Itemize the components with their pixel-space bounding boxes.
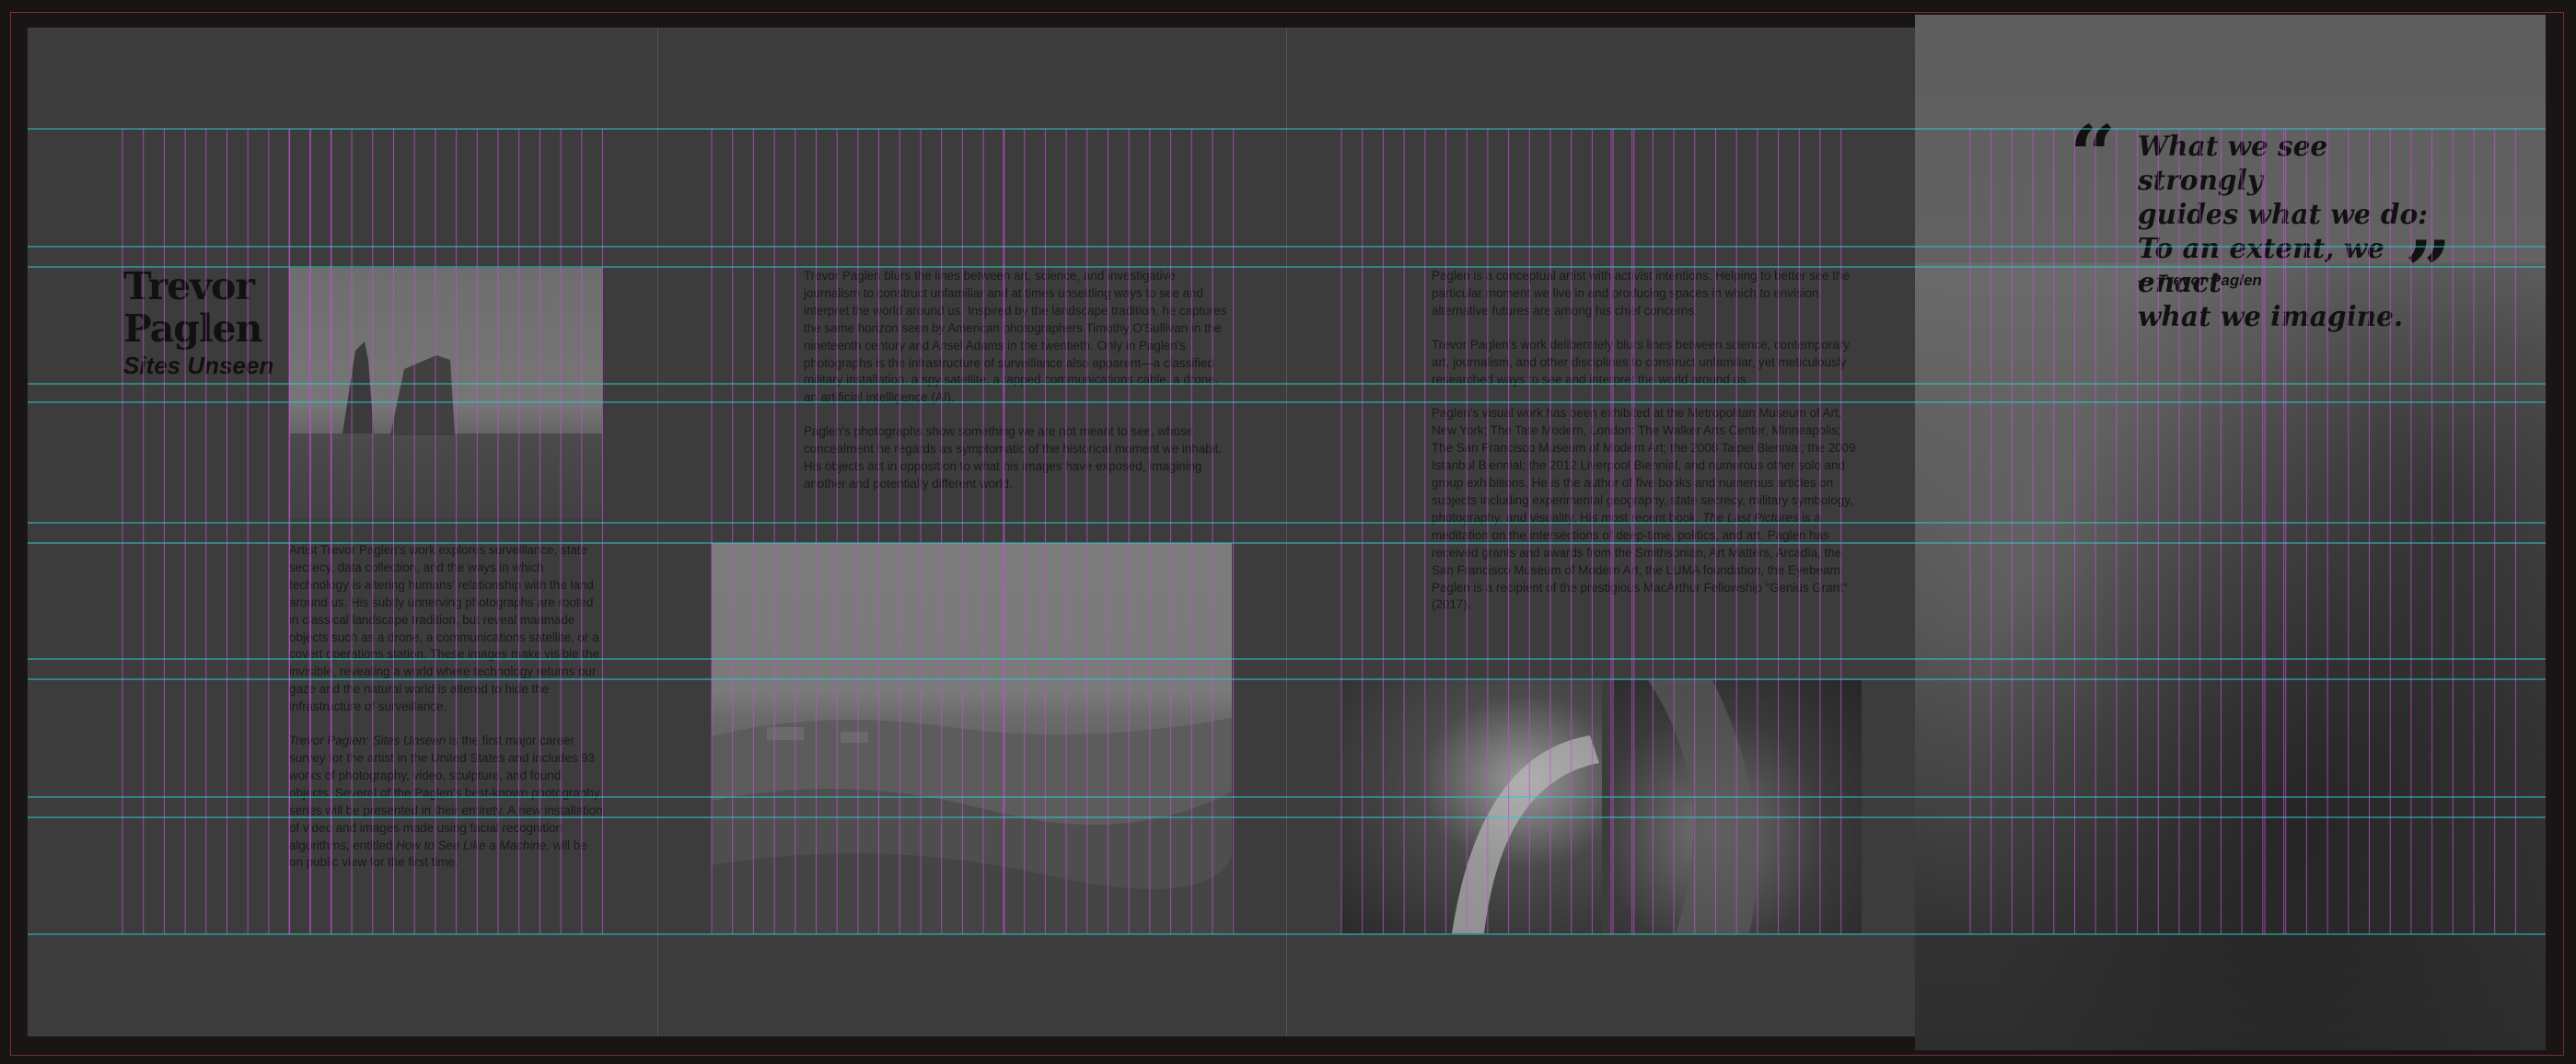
light-arc-photo[interactable] bbox=[1341, 680, 1602, 933]
panel2-paragraph-2: Paglen's photographs show something we a… bbox=[804, 424, 1223, 491]
quote-attribution: — Trevor Paglen bbox=[2138, 272, 2262, 289]
sea-stacks-photo[interactable] bbox=[289, 268, 602, 518]
book-title-italic: The Last Pictures bbox=[1702, 510, 1799, 525]
panel3-paragraph-1: Paglen is a conceptual artist with activ… bbox=[1432, 269, 1851, 318]
fold-line-1 bbox=[657, 28, 658, 1036]
panel1-body-text[interactable]: Artist Trevor Paglen's work explores sur… bbox=[289, 542, 604, 888]
fold-line-2 bbox=[1286, 28, 1287, 1036]
artist-name: Trevor Paglen bbox=[123, 264, 262, 351]
panel1-paragraph-1: Artist Trevor Paglen's work explores sur… bbox=[289, 543, 599, 714]
panel2-body-text[interactable]: Trevor Paglen blurs the lines between ar… bbox=[804, 268, 1229, 510]
panel3-paragraph-3-end: is a meditation on the intersections of … bbox=[1432, 510, 1848, 612]
close-quote-icon: ” bbox=[2405, 223, 2452, 318]
indesign-canvas[interactable]: Trevor Paglen Sites Unseen Artist Trevor… bbox=[0, 0, 2576, 1064]
panel2-paragraph-1: Trevor Paglen blurs the lines between ar… bbox=[804, 269, 1227, 405]
hills-shapes bbox=[712, 718, 1232, 934]
panel3-paragraph-3-text: Paglen's visual work has been exhibited … bbox=[1432, 406, 1856, 525]
light-arc-shape bbox=[1452, 735, 1599, 933]
title-block: Trevor Paglen Sites Unseen bbox=[123, 265, 273, 379]
installation-title-italic: How to See Like a Machine, bbox=[396, 838, 550, 852]
open-quote-icon: “ bbox=[2070, 107, 2117, 202]
panel1-paragraph-2-text: is the first major career survey for the… bbox=[289, 734, 603, 852]
panel3-body-text[interactable]: Paglen is a conceptual artist with activ… bbox=[1432, 268, 1864, 630]
panel3-paragraph-3: Paglen's visual work has been exhibited … bbox=[1432, 405, 1864, 614]
panel3-paragraph-2: Trevor Paglen's work deliberately blurs … bbox=[1432, 337, 1850, 387]
ground-area bbox=[1915, 263, 2546, 1050]
sea-stacks-shapes bbox=[289, 341, 602, 518]
panel1-paragraph-2: Trevor Paglen: Sites Unseen is the first… bbox=[289, 733, 604, 872]
exhibition-subtitle: Sites Unseen bbox=[123, 352, 274, 379]
exhibition-title-italic: Trevor Paglen: Sites Unseen bbox=[289, 734, 447, 748]
fabric-shape bbox=[1648, 680, 1758, 933]
rolling-hills-photo[interactable] bbox=[712, 543, 1232, 934]
dark-fabric-photo[interactable] bbox=[1611, 680, 1862, 933]
